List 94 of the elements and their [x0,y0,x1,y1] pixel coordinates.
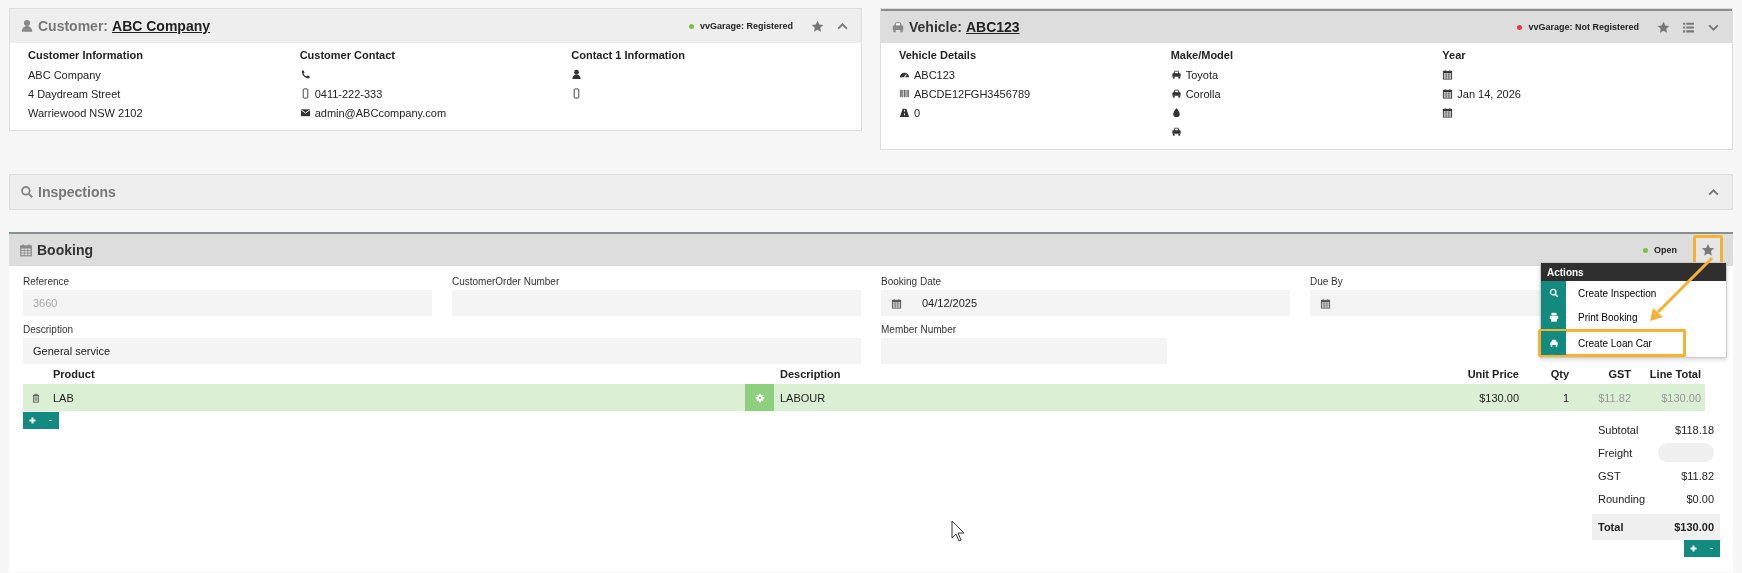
panel-title: Booking [37,242,93,258]
calendar-icon [1442,107,1454,118]
table-cell-text: $130.00 [1660,391,1702,404]
flame-icon [1170,107,1182,118]
road-icon [899,107,910,118]
column-header: GST [1607,368,1632,380]
cursor-icon [951,520,965,542]
car-icon [1170,69,1182,80]
field-label: Due By [1310,276,1344,287]
info-text: 0 [914,106,921,119]
menu-item[interactable]: Create Loan Car [1538,329,1686,357]
status-label: vvGarage: Not Registered [1528,22,1639,32]
trash-icon [31,392,41,403]
info-text: ABC123 [914,68,955,81]
column-heading: Make/Model [1170,49,1234,63]
field-label: Description [23,324,75,335]
calendar-icon [1320,297,1331,309]
menu-item[interactable]: Print Booking [1541,305,1726,329]
star-button[interactable] [1693,235,1723,265]
total-value: $0.00 [1686,492,1714,505]
field-label: Member Number [881,324,958,335]
calendar-icon [1442,88,1454,99]
car-icon [891,20,905,34]
search-icon [1548,288,1559,298]
status-label: Open [1654,245,1677,255]
info-text: Warriewood NSW 2102 [28,106,143,119]
car-icon [1170,126,1182,137]
column-header: Qty [1549,368,1570,380]
status-label: vvGarage: Registered [699,21,793,31]
calendar-icon [891,297,902,309]
input-field: 3660 [23,290,432,316]
envelope-icon [299,107,311,118]
field-label: CustomerOrder Number [452,276,561,287]
info-text: Toyota [1185,68,1219,81]
table-cell-text: LABOUR [780,391,827,404]
calendar-icon [19,243,33,257]
total-label: Subtotal [1598,423,1639,436]
barcode-icon [899,88,910,99]
column-heading: Contact 1 Information [571,49,686,63]
panel-title: Inspections [38,184,116,200]
title-link[interactable]: ABC123 [965,19,1020,35]
column-header: Line Total [1648,368,1702,380]
panel-title: Vehicle: [909,19,962,35]
total-label: Rounding [1598,492,1646,505]
settings-button[interactable] [745,384,774,411]
search-icon [20,185,34,199]
total-value: $118.18 [1675,423,1714,436]
table-cell-text: $11.82 [1597,391,1632,404]
star-icon [1657,20,1670,34]
table-cell-text: 1 [1561,391,1570,404]
field-label: Booking Date [881,276,943,287]
title-link[interactable]: ABC Company [112,18,211,34]
column-header: Product [53,368,96,380]
list-icon [1682,20,1695,34]
panel-title: Customer: [38,18,108,34]
field-label: Reference [23,276,71,287]
table-cell-text: LAB [53,391,75,404]
table-cell-text: $130.00 [1478,391,1520,404]
plus-icon [1688,544,1698,553]
menu-title: Actions [1541,263,1726,281]
plus-icon [27,416,37,425]
total-value: $130.00 [1674,521,1714,533]
star-icon [1701,243,1715,257]
column-heading: Customer Contact [299,49,396,63]
star-icon [811,19,824,33]
info-text: admin@ABCcompany.com [314,106,447,119]
calendar-icon [1442,69,1454,80]
input-field[interactable]: General service [23,338,861,364]
date-field[interactable]: 04/12/2025 [881,290,1290,316]
user-icon [571,69,583,80]
column-heading: Year [1442,49,1467,63]
info-text: Corolla [1185,87,1221,100]
phone-icon [299,69,311,80]
column-heading: Vehicle Details [899,49,978,63]
gear-icon [754,392,765,403]
info-text: 4 Daydream Street [28,87,121,100]
column-heading: Customer Information [28,49,144,63]
add-button[interactable] [1684,540,1702,557]
info-text: ABCDE12FGH3456789 [914,87,1031,100]
info-text: Jan 14, 2026 [1457,87,1521,100]
column-header: Unit Price [1466,368,1520,380]
column-header: Description [780,368,842,380]
total-label: Freight [1598,446,1633,459]
total-label: GST [1598,469,1621,482]
user-icon [20,19,34,33]
car-icon [1170,88,1182,99]
printer-icon [1548,312,1559,322]
total-value: $11.82 [1681,469,1714,482]
total-label: Total [1598,521,1624,533]
info-text: ABC Company [28,68,101,81]
add-button[interactable] [23,412,41,429]
car-icon [1548,338,1559,348]
menu-item[interactable]: Create Inspection [1541,281,1726,305]
info-text: 0411-222-333 [314,87,383,100]
